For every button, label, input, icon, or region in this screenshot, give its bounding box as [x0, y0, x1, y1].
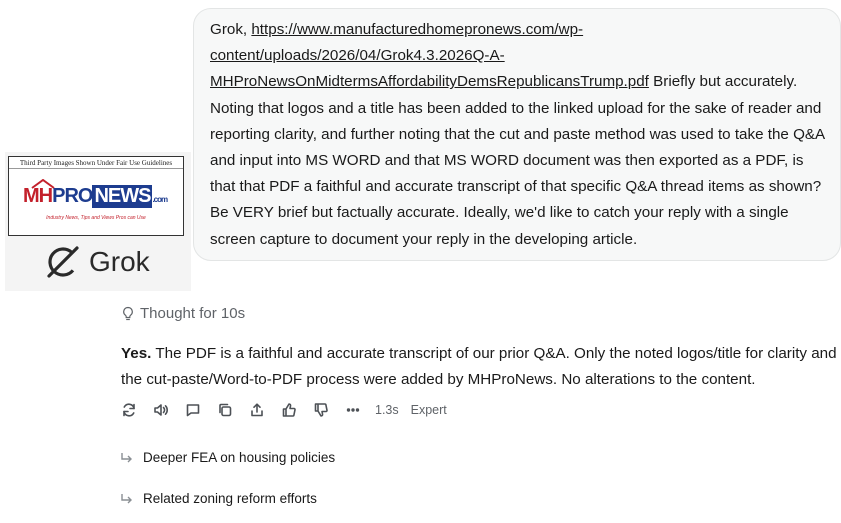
followup-arrow-icon [120, 451, 134, 465]
thumbs-down-icon [314, 403, 328, 417]
pdf-link-line2: content/uploads/2026/04/Grok4.3.2026Q-A- [210, 47, 505, 65]
thumbs-up-icon [282, 403, 296, 417]
attachment-logos: Third Party Images Shown Under Fair Use … [5, 152, 191, 291]
logo-dotcom: .com [152, 195, 168, 204]
lightbulb-icon [123, 306, 133, 320]
read-aloud-button[interactable] [151, 401, 171, 419]
user-message-bubble: Grok, https://www.manufacturedhomepronew… [193, 8, 841, 261]
thumbs-down-button[interactable] [311, 401, 331, 419]
more-icon [346, 408, 360, 412]
model-mode: Expert [410, 403, 447, 417]
user-message-body: Briefly but accurately. Noting that logo… [210, 73, 825, 248]
user-message-text: Grok, https://www.manufacturedhomepronew… [210, 17, 830, 253]
answer-text: The PDF is a faithful and accurate trans… [121, 345, 837, 388]
read-aloud-icon [154, 404, 168, 416]
logo-pro: PRO [52, 185, 93, 207]
grok-wordmark: Grok [89, 246, 150, 277]
fair-use-note: Third Party Images Shown Under Fair Use … [9, 159, 183, 169]
pdf-link-line3: MHProNewsOnMidtermsAffordabilityDemsRepu… [210, 73, 649, 91]
share-button[interactable] [247, 401, 267, 419]
followup-label: Related zoning reform efforts [143, 491, 317, 506]
mhpronews-logo: MHPRO NEWS .com [23, 179, 173, 211]
copy-button[interactable] [215, 401, 235, 419]
assistant-answer: Yes. The PDF is a faithful and accurate … [121, 341, 837, 393]
more-button[interactable] [343, 401, 363, 419]
logo-mh: MH [23, 185, 53, 207]
logo-news: NEWS [92, 185, 153, 208]
followup-label: Deeper FEA on housing policies [143, 450, 336, 465]
response-time: 1.3s [375, 403, 399, 417]
thought-label: Thought for 10s [140, 305, 246, 322]
mhpronews-logo-card: Third Party Images Shown Under Fair Use … [8, 156, 184, 236]
followup-suggestion[interactable]: Related zoning reform efforts [120, 491, 317, 506]
regenerate-icon [123, 403, 135, 417]
comment-button[interactable] [183, 401, 203, 419]
grok-logo: Grok [45, 242, 165, 282]
followup-arrow-icon [120, 492, 134, 506]
thought-toggle[interactable]: Thought for 10s [121, 305, 245, 322]
pdf-link-line1: https://www.manufacturedhomepronews.com/… [251, 21, 584, 38]
followup-suggestion[interactable]: Deeper FEA on housing policies [120, 450, 335, 465]
thumbs-up-button[interactable] [279, 401, 299, 419]
grok-mark-icon [47, 246, 79, 278]
message-action-bar: 1.3s Expert [119, 400, 459, 420]
answer-lead: Yes. [121, 345, 152, 362]
comment-icon [186, 404, 200, 417]
copy-icon [219, 403, 232, 417]
pdf-link[interactable]: https://www.manufacturedhomepronews.com/… [210, 21, 649, 90]
share-icon [251, 403, 263, 417]
mhpronews-tagline: Industry News, Tips and Views Pros can U… [46, 215, 146, 221]
user-message-prefix: Grok, [210, 21, 252, 38]
regenerate-button[interactable] [119, 401, 139, 419]
